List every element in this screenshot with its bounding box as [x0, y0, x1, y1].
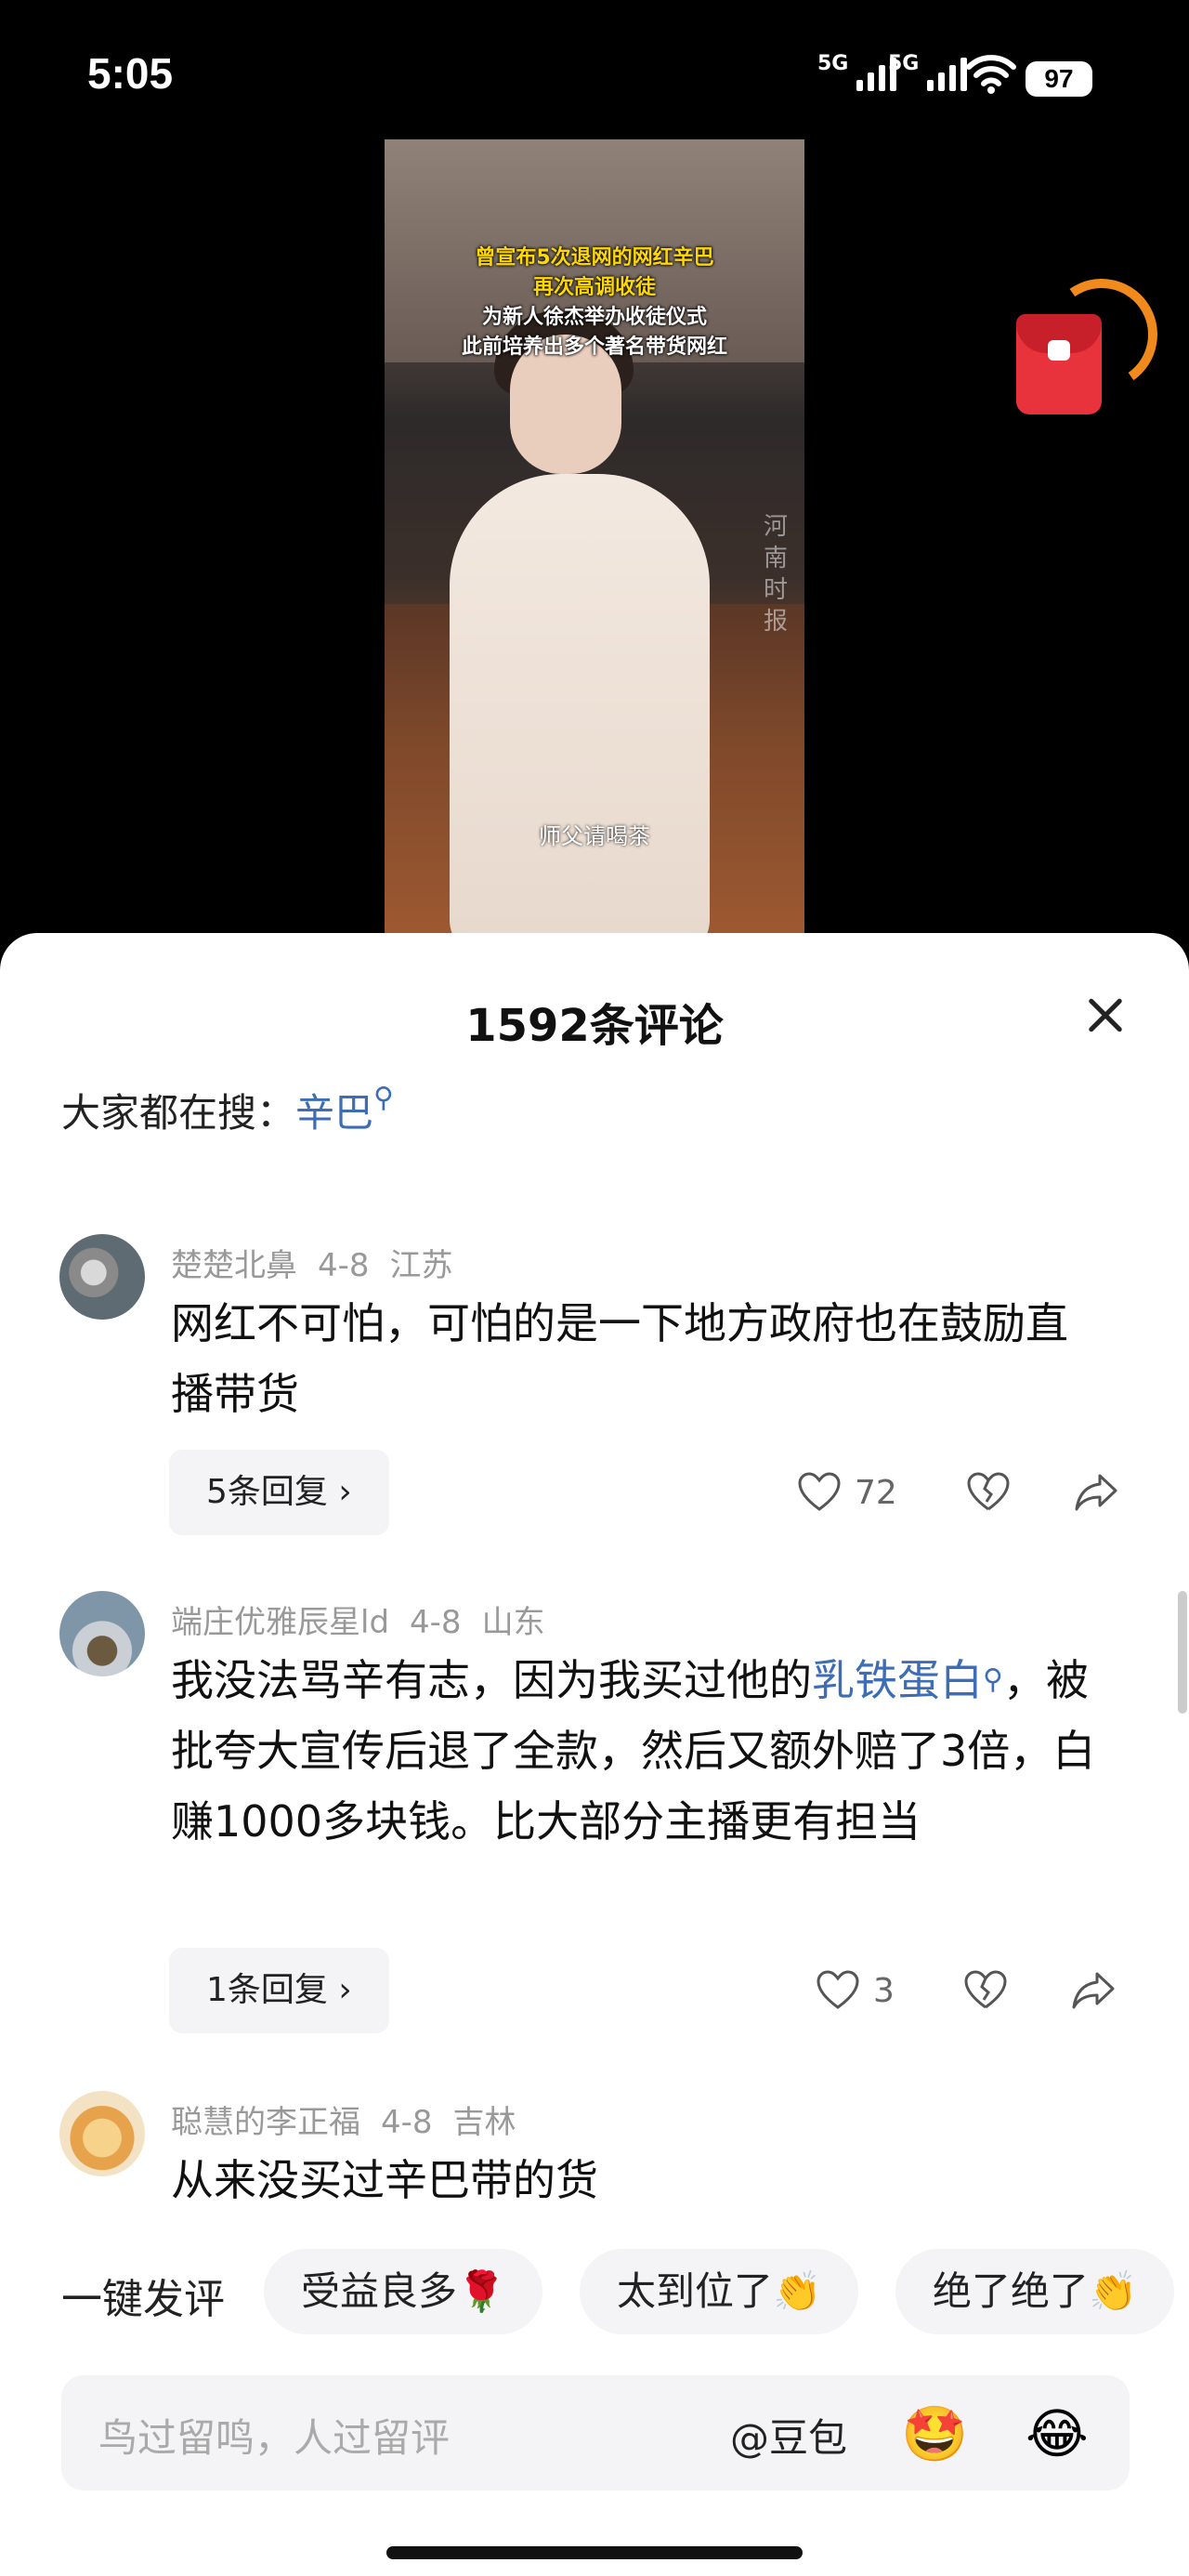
heart-icon	[817, 1970, 859, 2009]
status-bar: 5:05 5G 5G 97	[0, 0, 1189, 139]
comment-input[interactable]: 鸟过留鸣，人过留评 @豆包 🤩 😂	[61, 2375, 1130, 2491]
emoji-star-eyes-icon[interactable]: 🤩	[901, 2403, 968, 2464]
search-icon[interactable]: ⚲	[373, 1082, 394, 1114]
comment-text: 网红不可怕，可怕的是一下地方政府也在鼓励直播带货	[171, 1298, 1068, 1419]
trending-search-label: 大家都在搜：	[61, 1090, 296, 1136]
like-count: 72	[855, 1473, 897, 1512]
view-replies-button[interactable]: 1条回复 ›	[169, 1948, 389, 2033]
comment-actions: 3	[816, 1948, 1116, 2033]
heart-icon	[798, 1472, 841, 1511]
comment-date: 4-8	[410, 1604, 462, 1641]
video-caption: 为新人徐杰举办收徒仪式 此前培养出多个著名带货网红	[461, 306, 727, 359]
quick-reply-chip[interactable]: 太到位了👏	[580, 2249, 859, 2334]
broken-heart-icon	[964, 1970, 1007, 2009]
avatar[interactable]	[59, 1234, 145, 1320]
comment-keyword-link[interactable]: 乳铁蛋白	[812, 1655, 983, 1705]
share-button[interactable]	[1074, 1472, 1118, 1513]
mention-button[interactable]: @豆包	[730, 2407, 847, 2464]
cellular-signal-icon: 5G	[817, 52, 897, 91]
comment-username[interactable]: 端庄优雅辰星ld	[171, 1604, 389, 1641]
avatar[interactable]	[59, 2091, 145, 2176]
comment-actions: 72	[797, 1450, 1118, 1535]
comment-location: 江苏	[389, 1247, 453, 1284]
comment-username[interactable]: 楚楚北鼻	[171, 1247, 297, 1284]
battery-indicator: 97	[1026, 61, 1092, 97]
status-time: 5:05	[87, 49, 174, 98]
trending-search: 大家都在搜：辛巴⚲	[61, 1082, 394, 1138]
dislike-button[interactable]	[963, 1970, 1008, 2011]
red-envelope-icon[interactable]	[1016, 269, 1167, 418]
search-icon[interactable]: ⚲	[983, 1663, 1003, 1696]
video-watermark: 河南时报	[764, 513, 789, 636]
comment-date: 4-8	[381, 2104, 433, 2141]
emoji-laughing-icon[interactable]: 😂	[1026, 2403, 1089, 2464]
broken-heart-icon	[967, 1472, 1010, 1511]
dislike-button[interactable]	[966, 1472, 1011, 1513]
comment-meta: 端庄优雅辰星ld 4-8 山东	[171, 1597, 566, 1642]
comment-text: 我没法骂辛有志，因为我买过他的乳铁蛋白⚲，被批夸大宣传后退了全款，然后又额外赔了…	[171, 1655, 1096, 1847]
comment-username[interactable]: 聪慧的李正福	[171, 2104, 360, 2141]
close-icon[interactable]	[1079, 989, 1131, 1041]
quick-reply-label: 一键发评	[61, 2276, 225, 2323]
video-subtitle: 师父请喝茶	[539, 823, 650, 849]
video-caption-highlight: 曾宣布5次退网的网红辛巴 再次高调收徒	[475, 246, 714, 299]
trending-search-keyword[interactable]: 辛巴	[295, 1090, 373, 1136]
quick-reply-chip[interactable]: 绝了绝了👏	[895, 2249, 1175, 2334]
comment-date: 4-8	[318, 1247, 370, 1284]
comment-location: 吉林	[452, 2104, 516, 2141]
share-icon	[1072, 1972, 1115, 2009]
video-person-dress	[450, 474, 710, 939]
share-icon	[1075, 1474, 1117, 1511]
comment-text: 从来没买过辛巴带的货	[171, 2155, 598, 2205]
comments-title: 1592条评论	[465, 1000, 724, 1052]
wifi-icon	[966, 55, 1016, 94]
share-button[interactable]	[1071, 1970, 1116, 2011]
comment-composer: 一键发评 受益良多🌹 太到位了👏 绝了绝了👏 鸟过留鸣，人过留评 @豆包 🤩 😂	[0, 2249, 1189, 2576]
like-count: 3	[873, 1971, 895, 2010]
like-button[interactable]: 72	[797, 1472, 897, 1513]
avatar[interactable]	[59, 1591, 145, 1676]
video-player[interactable]: 曾宣布5次退网的网红辛巴 再次高调收徒 为新人徐杰举办收徒仪式 此前培养出多个著…	[385, 139, 804, 939]
quick-reply-chip[interactable]: 受益良多🌹	[264, 2249, 543, 2334]
comment-meta: 楚楚北鼻 4-8 江苏	[171, 1240, 474, 1285]
view-replies-button[interactable]: 5条回复 ›	[169, 1450, 389, 1535]
like-button[interactable]: 3	[816, 1970, 895, 2011]
comment-location: 山东	[481, 1604, 545, 1641]
home-indicator[interactable]	[386, 2546, 803, 2559]
comment-input-placeholder: 鸟过留鸣，人过留评	[98, 2415, 451, 2461]
cellular-signal-2-icon: 5G	[888, 52, 968, 91]
scrollbar[interactable]	[1178, 1591, 1187, 1714]
comment-meta: 聪慧的李正福 4-8 吉林	[171, 2096, 537, 2142]
